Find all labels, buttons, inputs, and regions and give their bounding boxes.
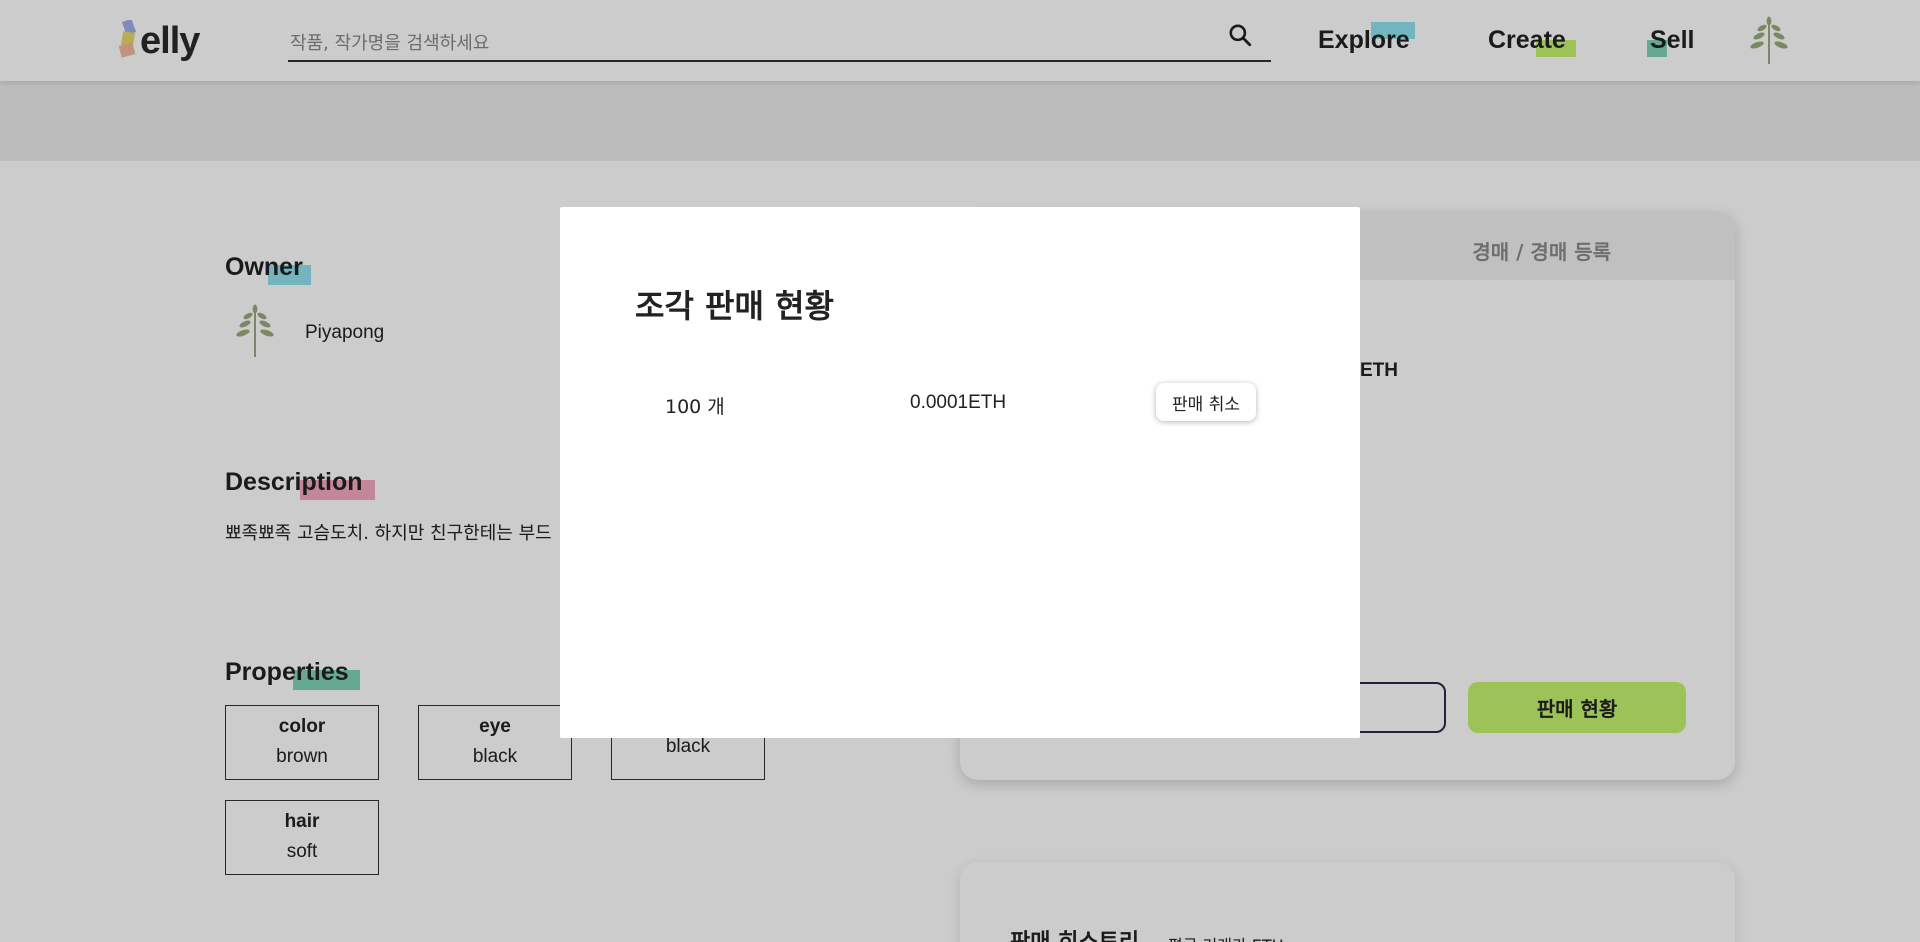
- sale-status-modal: 조각 판매 현황 100 개 0.0001ETH 판매 취소: [560, 207, 1360, 738]
- sale-row: 100 개 0.0001ETH 판매 취소: [560, 383, 1360, 423]
- cancel-sale-button[interactable]: 판매 취소: [1156, 383, 1256, 421]
- sale-quantity: 100 개: [665, 396, 725, 418]
- sale-price: 0.0001ETH: [910, 392, 1007, 413]
- modal-title: 조각 판매 현황: [635, 287, 834, 325]
